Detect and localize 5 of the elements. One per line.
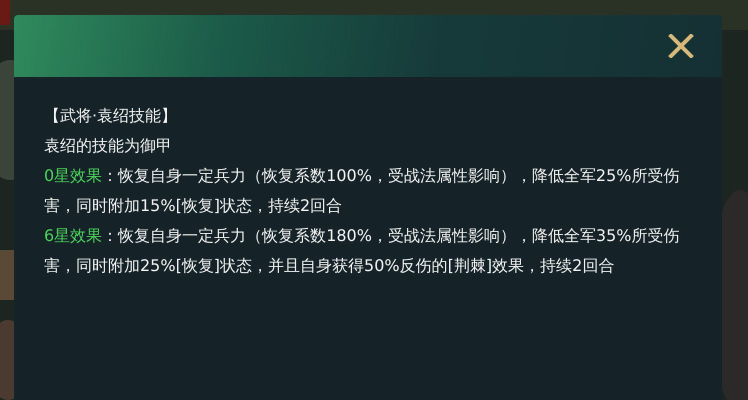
skill-heading: 【武将·袁绍技能】 xyxy=(44,105,178,127)
close-icon[interactable] xyxy=(668,34,694,58)
effect-description: 6星效果：恢复自身一定兵力（恢复系数180%，受战法属性影响），降低全军35%所受伤害，同时附加25%[恢复]状态，并且自身获得50%反伤的[荆棘]效果，持续2回合 xyxy=(44,225,680,277)
skill-subtitle: 袁绍的技能为御甲 xyxy=(44,135,173,157)
effect-description: 0星效果：恢复自身一定兵力（恢复系数100%，受战法属性影响），降低全军25%所受伤害，同时附加15%[恢复]状态，持续2回合 xyxy=(44,165,680,217)
